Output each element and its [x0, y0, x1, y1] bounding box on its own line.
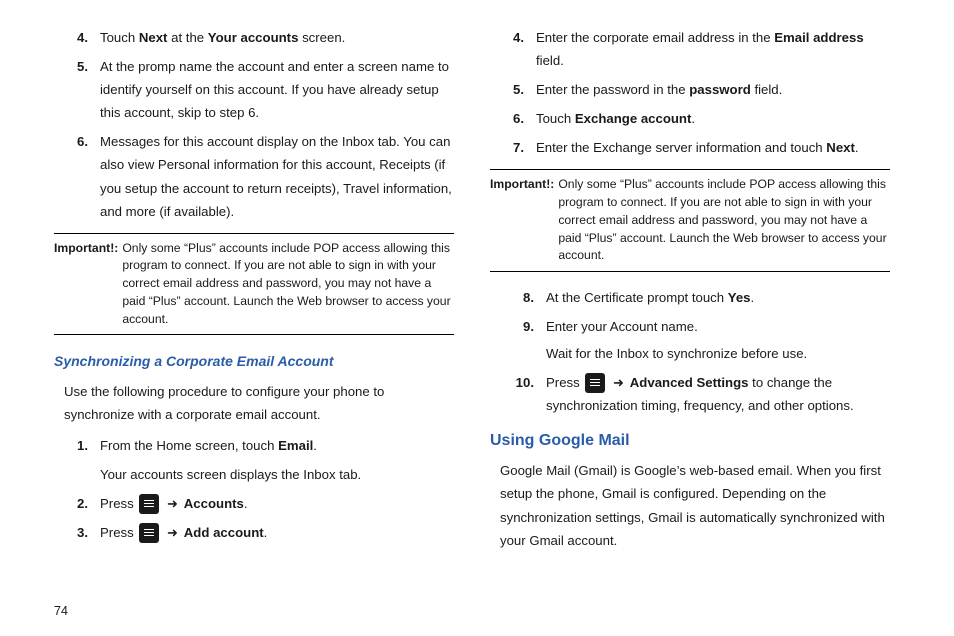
step-number: 10. [490, 371, 546, 417]
list-item: 1.From the Home screen, touch Email.Your… [54, 434, 454, 486]
list-item: 3.Press ➜ Add account. [54, 521, 454, 544]
step-number: 6. [490, 107, 536, 130]
step-text: Press ➜ Add account. [100, 521, 454, 544]
right-steps-top: 4.Enter the corporate email address in t… [490, 26, 890, 159]
left-steps-bottom: 1.From the Home screen, touch Email.Your… [54, 434, 454, 544]
step-text: Enter the password in the password field… [536, 78, 890, 101]
step-number: 1. [54, 434, 100, 486]
step-number: 5. [490, 78, 536, 101]
list-item: 10.Press ➜ Advanced Settings to change t… [490, 371, 890, 417]
step-text: Press ➜ Accounts. [100, 492, 454, 515]
important-note-right: Important!: Only some “Plus” accounts in… [490, 169, 890, 271]
list-item: 9.Enter your Account name.Wait for the I… [490, 315, 890, 365]
step-number: 2. [54, 492, 100, 515]
step-number: 8. [490, 286, 546, 309]
step-number: 7. [490, 136, 536, 159]
list-item: 4.Enter the corporate email address in t… [490, 26, 890, 72]
step-number: 9. [490, 315, 546, 365]
menu-icon [585, 373, 605, 393]
important-label: Important!: [490, 176, 558, 264]
list-item: 6.Touch Exchange account. [490, 107, 890, 130]
step-text: At the Certificate prompt touch Yes. [546, 286, 890, 309]
page-number: 74 [54, 604, 68, 618]
step-number: 6. [54, 130, 100, 222]
step-number: 5. [54, 55, 100, 124]
sub-heading-sync: Synchronizing a Corporate Email Account [54, 349, 454, 374]
list-item: 4.Touch Next at the Your accounts screen… [54, 26, 454, 49]
step-number: 4. [54, 26, 100, 49]
step-text: Enter the Exchange server information an… [536, 136, 890, 159]
step-number: 4. [490, 26, 536, 72]
left-steps-top: 4.Touch Next at the Your accounts screen… [54, 26, 454, 223]
list-item: 6.Messages for this account display on t… [54, 130, 454, 222]
important-text: Only some “Plus” accounts include POP ac… [122, 240, 454, 328]
left-column: 4.Touch Next at the Your accounts screen… [54, 26, 472, 626]
list-item: 2.Press ➜ Accounts. [54, 492, 454, 515]
list-item: 5.At the promp name the account and ente… [54, 55, 454, 124]
section-heading-gmail: Using Google Mail [490, 427, 890, 455]
step-number: 3. [54, 521, 100, 544]
step-text: Enter the corporate email address in the… [536, 26, 890, 72]
important-note-left: Important!: Only some “Plus” accounts in… [54, 233, 454, 335]
step-text: Press ➜ Advanced Settings to change the … [546, 371, 890, 417]
menu-icon [139, 523, 159, 543]
sync-intro: Use the following procedure to configure… [64, 380, 454, 426]
menu-icon [139, 494, 159, 514]
page: 4.Touch Next at the Your accounts screen… [0, 0, 954, 636]
gmail-body: Google Mail (Gmail) is Google’s web-base… [500, 459, 890, 551]
step-text: From the Home screen, touch Email.Your a… [100, 434, 454, 486]
important-text: Only some “Plus” accounts include POP ac… [558, 176, 890, 264]
step-text: At the promp name the account and enter … [100, 55, 454, 124]
step-text: Touch Next at the Your accounts screen. [100, 26, 454, 49]
step-text: Enter your Account name.Wait for the Inb… [546, 315, 890, 365]
list-item: 5.Enter the password in the password fie… [490, 78, 890, 101]
step-text: Messages for this account display on the… [100, 130, 454, 222]
step-text: Touch Exchange account. [536, 107, 890, 130]
right-column: 4.Enter the corporate email address in t… [472, 26, 908, 626]
right-steps-middle: 8.At the Certificate prompt touch Yes.9.… [490, 286, 890, 417]
list-item: 7.Enter the Exchange server information … [490, 136, 890, 159]
important-label: Important!: [54, 240, 122, 328]
list-item: 8.At the Certificate prompt touch Yes. [490, 286, 890, 309]
